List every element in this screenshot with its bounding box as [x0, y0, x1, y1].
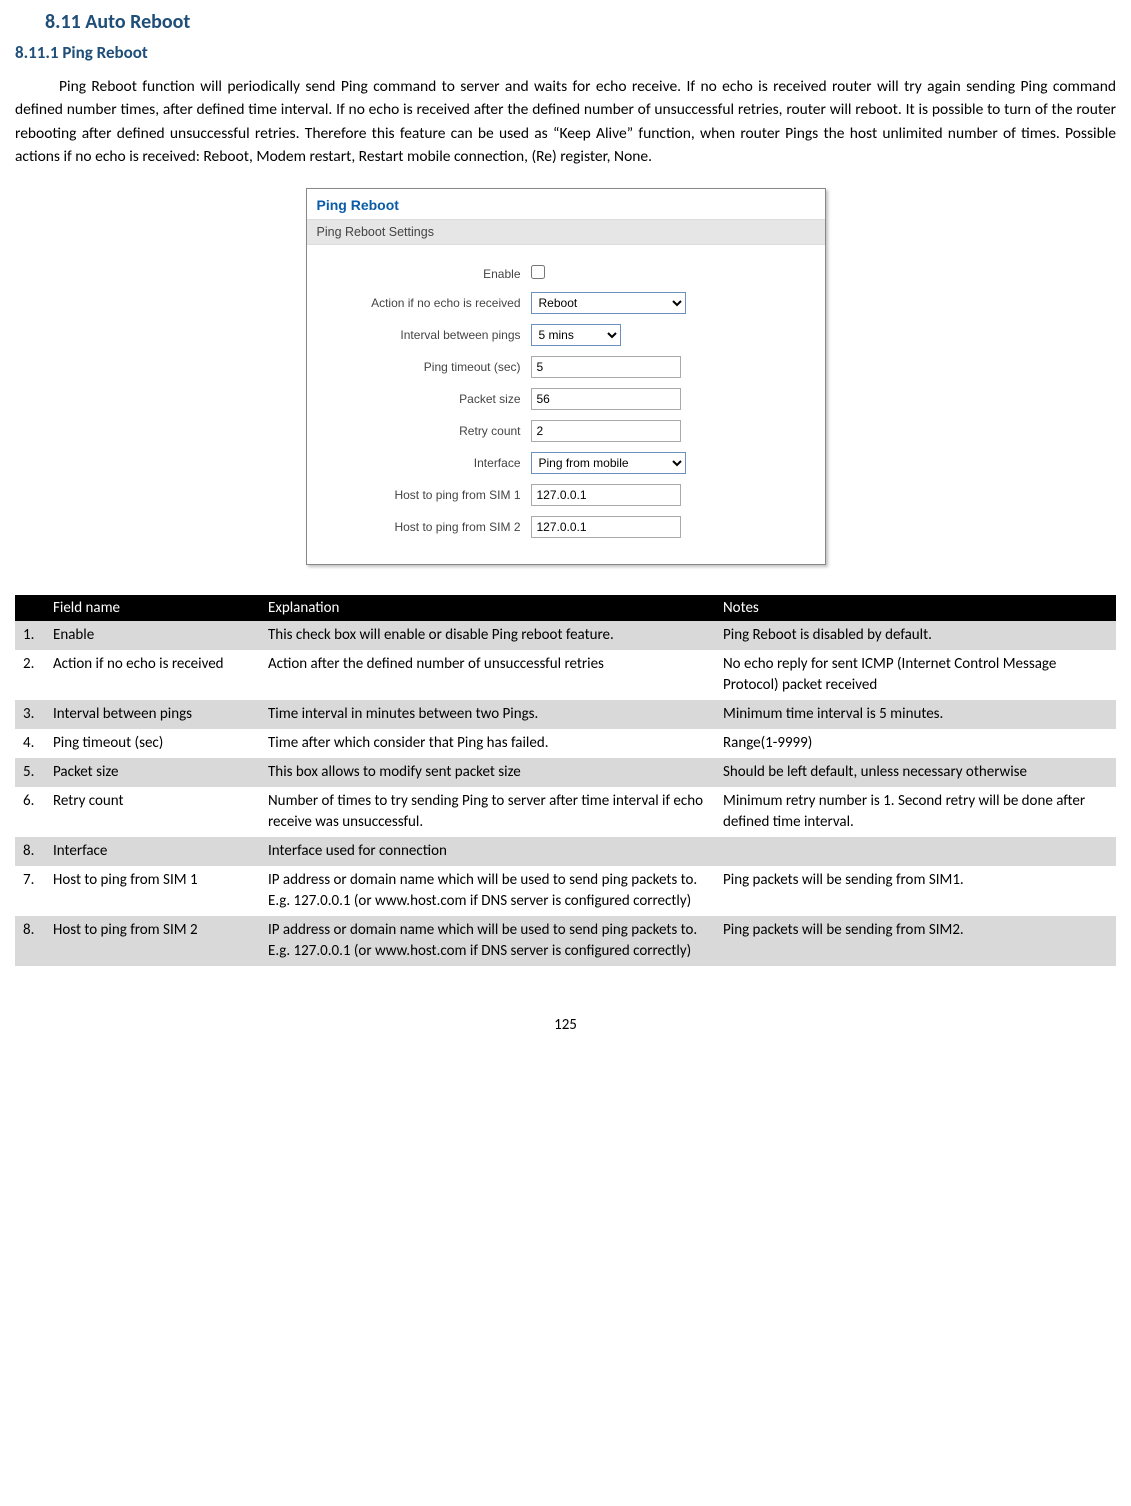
cell-num: 2. [15, 650, 45, 700]
cell-num: 1. [15, 621, 45, 650]
heading-ping-reboot: 8.11.1 Ping Reboot [15, 42, 1116, 63]
table-header-row: Field name Explanation Notes [15, 595, 1116, 621]
cell-expl: Time interval in minutes between two Pin… [260, 700, 715, 729]
label-packet: Packet size [321, 392, 531, 406]
cell-expl: Time after which consider that Ping has … [260, 729, 715, 758]
label-timeout: Ping timeout (sec) [321, 360, 531, 374]
input-host1[interactable] [531, 484, 681, 506]
cell-name: Ping timeout (sec) [45, 729, 260, 758]
label-host1: Host to ping from SIM 1 [321, 488, 531, 502]
cell-expl: This check box will enable or disable Pi… [260, 621, 715, 650]
cell-notes: Range(1-9999) [715, 729, 1116, 758]
form-rows: Enable Action if no echo is received Reb… [307, 245, 825, 564]
table-row: 4.Ping timeout (sec)Time after which con… [15, 729, 1116, 758]
cell-notes: Should be left default, unless necessary… [715, 758, 1116, 787]
panel-title: Ping Reboot [307, 189, 825, 219]
cell-notes: Ping Reboot is disabled by default. [715, 621, 1116, 650]
cell-num: 8. [15, 916, 45, 966]
label-action: Action if no echo is received [321, 296, 531, 310]
cell-notes: No echo reply for sent ICMP (Internet Co… [715, 650, 1116, 700]
cell-notes: Minimum retry number is 1. Second retry … [715, 787, 1116, 837]
table-row: 8.InterfaceInterface used for connection [15, 837, 1116, 866]
form-row-host1: Host to ping from SIM 1 [321, 484, 811, 506]
form-row-action: Action if no echo is received Reboot [321, 292, 811, 314]
th-expl: Explanation [260, 595, 715, 621]
cell-expl: This box allows to modify sent packet si… [260, 758, 715, 787]
select-action[interactable]: Reboot [531, 292, 686, 314]
form-row-host2: Host to ping from SIM 2 [321, 516, 811, 538]
input-timeout[interactable] [531, 356, 681, 378]
input-retry[interactable] [531, 420, 681, 442]
form-row-timeout: Ping timeout (sec) [321, 356, 811, 378]
cell-num: 3. [15, 700, 45, 729]
cell-expl: Interface used for connection [260, 837, 715, 866]
page-number: 125 [15, 1016, 1116, 1034]
th-name: Field name [45, 595, 260, 621]
form-row-retry: Retry count [321, 420, 811, 442]
cell-name: Host to ping from SIM 1 [45, 866, 260, 916]
select-interface[interactable]: Ping from mobile [531, 452, 686, 474]
cell-num: 5. [15, 758, 45, 787]
checkbox-enable[interactable] [531, 265, 545, 279]
cell-name: Interval between pings [45, 700, 260, 729]
cell-notes: Ping packets will be sending from SIM2. [715, 916, 1116, 966]
cell-name: Interface [45, 837, 260, 866]
cell-expl: IP address or domain name which will be … [260, 866, 715, 916]
input-packet[interactable] [531, 388, 681, 410]
cell-name: Host to ping from SIM 2 [45, 916, 260, 966]
cell-name: Retry count [45, 787, 260, 837]
th-num [15, 595, 45, 621]
cell-expl: Action after the defined number of unsuc… [260, 650, 715, 700]
screenshot-panel: Ping Reboot Ping Reboot Settings Enable … [306, 188, 826, 565]
cell-expl: IP address or domain name which will be … [260, 916, 715, 966]
table-row: 6.Retry countNumber of times to try send… [15, 787, 1116, 837]
table-row: 3.Interval between pingsTime interval in… [15, 700, 1116, 729]
heading-auto-reboot: 8.11 Auto Reboot [45, 10, 1116, 34]
label-host2: Host to ping from SIM 2 [321, 520, 531, 534]
table-row: 1.EnableThis check box will enable or di… [15, 621, 1116, 650]
form-row-interface: Interface Ping from mobile [321, 452, 811, 474]
form-row-packet: Packet size [321, 388, 811, 410]
form-row-enable: Enable [321, 265, 811, 282]
paragraph-description: Ping Reboot function will periodically s… [15, 75, 1116, 168]
th-notes: Notes [715, 595, 1116, 621]
table-row: 5.Packet sizeThis box allows to modify s… [15, 758, 1116, 787]
cell-name: Packet size [45, 758, 260, 787]
table-row: 7.Host to ping from SIM 1IP address or d… [15, 866, 1116, 916]
table-row: 2.Action if no echo is receivedAction af… [15, 650, 1116, 700]
panel-subtitle: Ping Reboot Settings [307, 219, 825, 245]
label-enable: Enable [321, 267, 531, 281]
cell-num: 4. [15, 729, 45, 758]
cell-num: 6. [15, 787, 45, 837]
label-interval: Interval between pings [321, 328, 531, 342]
select-interval[interactable]: 5 mins [531, 324, 621, 346]
label-interface: Interface [321, 456, 531, 470]
options-table: Field name Explanation Notes 1.EnableThi… [15, 595, 1116, 966]
cell-notes: Minimum time interval is 5 minutes. [715, 700, 1116, 729]
input-host2[interactable] [531, 516, 681, 538]
cell-notes [715, 837, 1116, 866]
cell-num: 7. [15, 866, 45, 916]
form-row-interval: Interval between pings 5 mins [321, 324, 811, 346]
cell-num: 8. [15, 837, 45, 866]
cell-name: Action if no echo is received [45, 650, 260, 700]
cell-notes: Ping packets will be sending from SIM1. [715, 866, 1116, 916]
cell-expl: Number of times to try sending Ping to s… [260, 787, 715, 837]
cell-name: Enable [45, 621, 260, 650]
table-row: 8.Host to ping from SIM 2IP address or d… [15, 916, 1116, 966]
label-retry: Retry count [321, 424, 531, 438]
screenshot-container: Ping Reboot Ping Reboot Settings Enable … [15, 188, 1116, 565]
